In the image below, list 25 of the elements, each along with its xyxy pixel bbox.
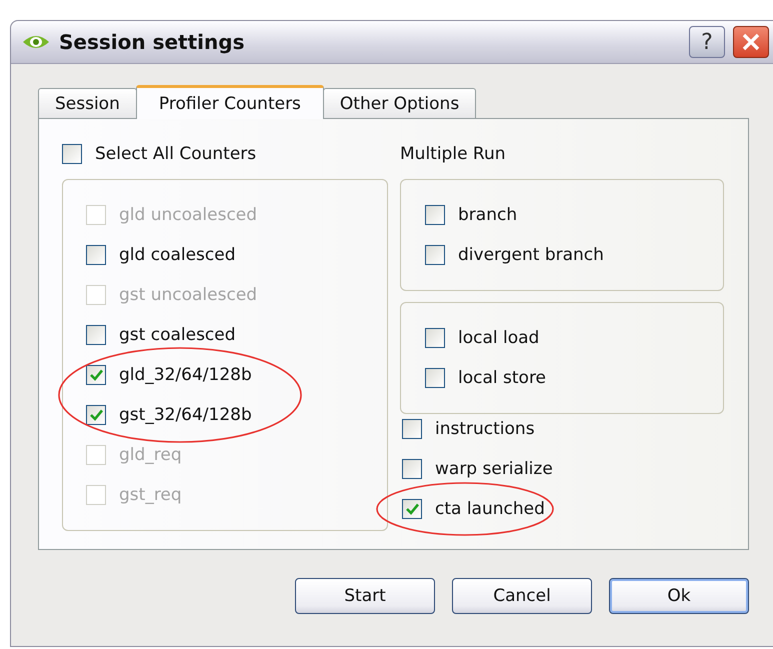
section-heading: Multiple Run [400, 144, 506, 164]
checkbox[interactable]: Select All Counters [62, 144, 256, 164]
checkbox[interactable]: local store [425, 368, 546, 388]
checkmark-icon [90, 409, 102, 421]
checkbox[interactable]: gld_32/64/128b [86, 365, 252, 385]
close-button[interactable] [733, 26, 769, 58]
checkbox[interactable]: instructions [402, 419, 535, 439]
dialog-button[interactable]: Ok [609, 578, 749, 614]
checkmark-icon [406, 503, 418, 515]
checkbox[interactable]: divergent branch [425, 245, 604, 265]
window-title: Session settings [59, 30, 246, 54]
dialog-button[interactable]: Cancel [452, 578, 592, 614]
checkbox[interactable]: gst coalesced [86, 325, 236, 345]
checkbox[interactable]: warp serialize [402, 459, 553, 479]
tab[interactable]: Other Options [322, 88, 476, 118]
help-button[interactable]: ? [689, 26, 725, 58]
checkbox[interactable]: gst_32/64/128b [86, 405, 252, 425]
tab[interactable]: Profiler Counters [136, 85, 324, 119]
dialog-button[interactable]: Start [295, 578, 435, 614]
checkbox[interactable]: branch [425, 205, 518, 225]
checkmark-icon [90, 369, 102, 381]
tab[interactable]: Session [38, 88, 137, 118]
checkbox[interactable]: local load [425, 328, 540, 348]
checkbox[interactable]: gld coalesced [86, 245, 236, 265]
close-icon [741, 32, 761, 52]
